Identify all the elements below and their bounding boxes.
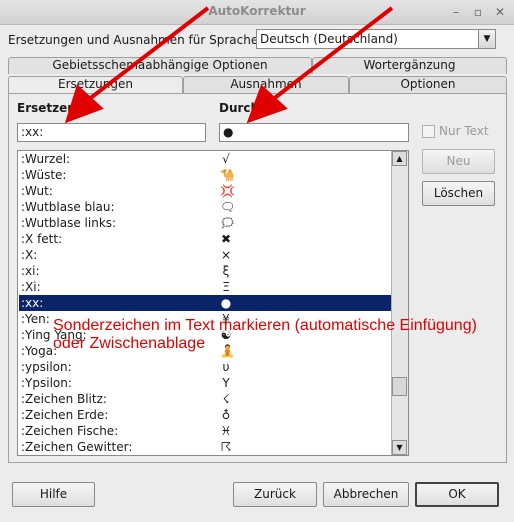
language-label: Ersetzungen und Ausnahmen für Sprache:	[8, 33, 263, 47]
delete-button[interactable]: Löschen	[422, 181, 495, 206]
list-item[interactable]: :X: ×	[19, 247, 392, 263]
list-item[interactable]: :Zeichen Gewitter: ☈	[19, 439, 392, 455]
list-item-key: :Ypsilon:	[21, 376, 72, 390]
list-item-value: 🐪	[220, 168, 235, 182]
help-button[interactable]: Hilfe	[12, 482, 95, 507]
minimize-icon[interactable]: –	[448, 4, 464, 20]
list-item-value: 🗯	[220, 216, 236, 230]
list-item[interactable]: :Wut: 💢	[19, 183, 392, 199]
language-select[interactable]: Deutsch (Deutschland) ▼	[256, 29, 496, 49]
back-button[interactable]: Zurück	[233, 482, 317, 507]
cancel-button[interactable]: Abbrechen	[323, 482, 409, 507]
scroll-thumb[interactable]	[392, 377, 407, 396]
list-item-value: ☈	[220, 440, 232, 454]
text-only-label: Nur Text	[439, 124, 489, 138]
list-item-key: :Yoga:	[21, 344, 58, 358]
chevron-down-icon[interactable]: ▼	[478, 30, 495, 48]
annotation-line-2: oder Zwischenablage	[53, 335, 206, 352]
window-title: AutoKorrektur	[208, 4, 306, 18]
list-item-key: :Zeichen Fische:	[21, 424, 119, 438]
list-item-key: :Zeichen Blitz:	[21, 392, 107, 406]
list-item-key: :ypsilon:	[21, 360, 72, 374]
text-only-checkbox[interactable]	[422, 125, 435, 138]
list-item-value: Υ	[222, 376, 230, 390]
replace-input[interactable]: :xx:	[17, 123, 206, 142]
replace-header: Ersetzen	[17, 101, 76, 115]
list-item[interactable]: :Wutblase blau: 🗨	[19, 199, 392, 215]
list-item[interactable]: :Zeichen Blitz: ☇	[19, 391, 392, 407]
annotation-text: Sonderzeichen im Text markieren (automat…	[53, 317, 514, 353]
list-item[interactable]: :ypsilon: υ	[19, 359, 392, 375]
list-item-key: :X:	[21, 248, 38, 262]
list-item-value: ●	[220, 296, 232, 310]
list-item-key: :Wut:	[21, 184, 53, 198]
scrollbar[interactable]: ▲ ▼	[391, 151, 408, 455]
list-item[interactable]: :Wüste: 🐪	[19, 167, 392, 183]
list-item[interactable]: :Wurzel: √	[19, 151, 392, 167]
list-item-value: ☇	[222, 392, 230, 406]
with-header: Durch	[219, 101, 260, 115]
list-item-key: :Wutblase links:	[21, 216, 117, 230]
list-item-value: υ	[222, 360, 230, 374]
list-item[interactable]: :Xi: Ξ	[19, 279, 392, 295]
with-input[interactable]: ●	[219, 123, 409, 142]
list-item[interactable]: :Ypsilon: Υ	[19, 375, 392, 391]
list-item-value: √	[222, 152, 230, 166]
list-item-value: 💢	[220, 184, 235, 198]
list-item-key: :xx:	[21, 296, 44, 310]
tab-exceptions[interactable]: Ausnahmen	[183, 76, 349, 93]
new-button[interactable]: Neu	[422, 149, 495, 174]
list-item-key: :Yen:	[21, 312, 50, 326]
list-item[interactable]: :Zeichen Erde: ♁	[19, 407, 392, 423]
list-item-key: :Zeichen Gewitter:	[21, 440, 133, 454]
tab-locale-options[interactable]: Gebietsschemaabhängige Optionen	[8, 57, 312, 74]
language-value: Deutsch (Deutschland)	[260, 32, 398, 46]
list-item-value: ×	[220, 248, 232, 262]
close-icon[interactable]: ✕	[492, 4, 508, 20]
annotation-line-1: Sonderzeichen im Text markieren (automat…	[53, 317, 477, 334]
tab-replacements[interactable]: Ersetzungen	[8, 76, 183, 94]
tab-options[interactable]: Optionen	[349, 76, 507, 93]
list-item-key: :xi:	[21, 264, 40, 278]
list-item[interactable]: :Zeichen Fische: ♓	[19, 423, 392, 439]
list-item-value: ξ	[222, 264, 230, 278]
list-item-value: Ξ	[222, 280, 230, 294]
list-item-key: :X fett:	[21, 232, 63, 246]
tab-word-completion[interactable]: Wortergänzung	[312, 57, 507, 74]
list-item[interactable]: :Wutblase links: 🗯	[19, 215, 392, 231]
replacement-list[interactable]: :Wurzel: √ :Wüste: 🐪 :Wut: 💢 :Wutblase blau: 🗨:…	[17, 150, 409, 456]
list-item-value: 🗨	[220, 200, 236, 214]
list-item[interactable]: :X fett: ✖	[19, 231, 392, 247]
list-item[interactable]: :xi: ξ	[19, 263, 392, 279]
ok-button[interactable]: OK	[415, 482, 499, 507]
title-bar: AutoKorrektur – ▫ ✕	[0, 0, 514, 25]
list-item-key: :Xi:	[21, 280, 41, 294]
list-item-value: ♁	[221, 408, 231, 422]
list-item-value: ✖	[220, 232, 232, 246]
scroll-up-icon[interactable]: ▲	[392, 151, 407, 166]
list-item-key: :Wutblase blau:	[21, 200, 115, 214]
maximize-icon[interactable]: ▫	[470, 4, 486, 20]
list-item[interactable]: :xx: ●	[19, 295, 392, 311]
list-item-value: ♓	[220, 424, 232, 438]
list-item-key: :Wüste:	[21, 168, 67, 182]
list-item-key: :Zeichen Erde:	[21, 408, 109, 422]
list-item-key: :Wurzel:	[21, 152, 71, 166]
scroll-down-icon[interactable]: ▼	[392, 440, 407, 455]
